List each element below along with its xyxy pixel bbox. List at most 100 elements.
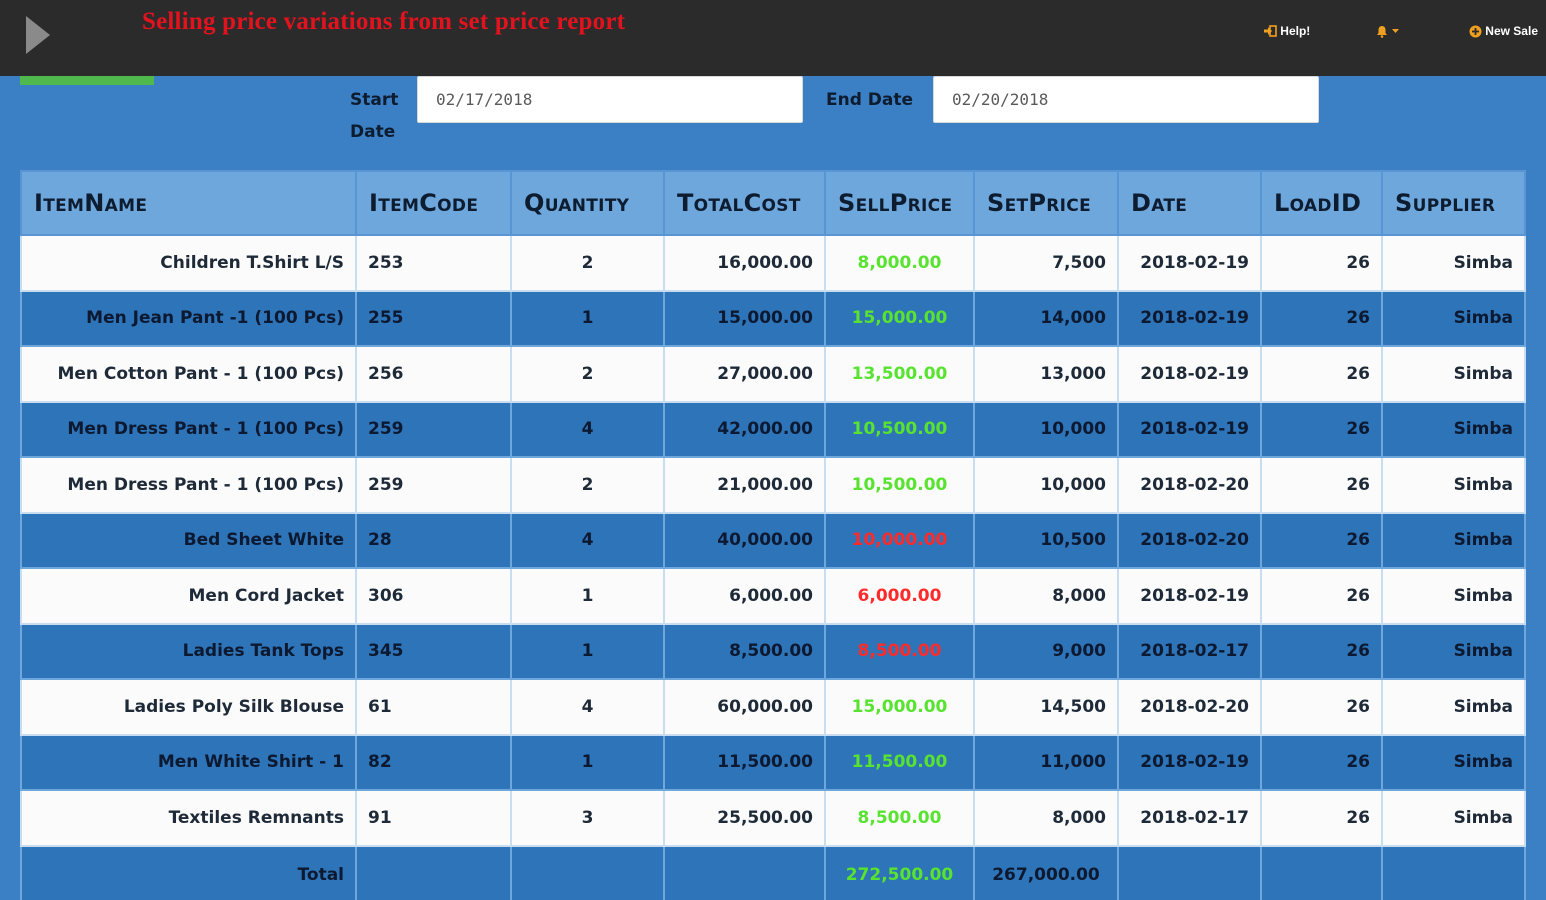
table-total-row: Total 272,500.00 267,000.00 [20,844,1526,900]
cell-supplier: Simba [1381,345,1526,403]
green-accent-bar [20,76,154,85]
total-set-price: 267,000.00 [973,844,1119,900]
table-row[interactable]: Men Cord Jacket 306 1 6,000.00 6,000.00 8,000… [20,567,1526,625]
cell-quantity: 3 [510,789,665,847]
cell-date: 2018-02-19 [1117,733,1262,791]
cell-quantity: 2 [510,345,665,403]
table-row[interactable]: Men Dress Pant - 1 (100 Pcs) 259 4 42,000.0… [20,400,1526,458]
table-row[interactable]: Textiles Remnants 91 3 25,500.00 8,500.00 8,0… [20,789,1526,847]
cell-item-name: Men Cord Jacket [20,567,357,625]
alerts-dropdown[interactable] [1376,25,1403,38]
cell-total-cost: 21,000.00 [663,456,826,514]
table-row[interactable]: Men Cotton Pant - 1 (100 Pcs) 256 2 27,000.… [20,345,1526,403]
help-label: Help! [1280,24,1311,38]
cell-item-code: 256 [355,345,512,403]
cell-item-name: Ladies Tank Tops [20,622,357,680]
cell-date: 2018-02-17 [1117,789,1262,847]
cell-date: 2018-02-19 [1117,567,1262,625]
new-sale-label: New Sale [1485,24,1538,38]
column-header-load-id[interactable]: LoadID [1260,170,1383,236]
total-empty-cell [355,844,512,900]
cell-quantity: 4 [510,400,665,458]
top-navbar: Selling price variations from set price … [0,0,1546,76]
cell-load-id: 26 [1260,789,1383,847]
cell-item-name: Men Dress Pant - 1 (100 Pcs) [20,400,357,458]
cell-item-code: 253 [355,234,512,292]
cell-total-cost: 16,000.00 [663,234,826,292]
cell-supplier: Simba [1381,400,1526,458]
table-row[interactable]: Men Dress Pant - 1 (100 Pcs) 259 2 21,000.0… [20,456,1526,514]
table-row[interactable]: Children T.Shirt L/S 253 2 16,000.00 8,000.0… [20,234,1526,292]
cell-item-name: Men Dress Pant - 1 (100 Pcs) [20,456,357,514]
cell-set-price: 11,000 [973,733,1119,791]
total-empty-cell [1381,844,1526,900]
table-row[interactable]: Ladies Tank Tops 345 1 8,500.00 8,500.00 9,00… [20,622,1526,680]
cell-load-id: 26 [1260,622,1383,680]
cell-item-code: 306 [355,567,512,625]
cell-load-id: 26 [1260,733,1383,791]
new-sale-link[interactable]: New Sale [1469,24,1538,38]
cell-supplier: Simba [1381,456,1526,514]
cell-quantity: 1 [510,567,665,625]
cell-sell-price: 15,000.00 [824,289,975,347]
cell-date: 2018-02-17 [1117,622,1262,680]
cell-set-price: 7,500 [973,234,1119,292]
cell-item-name: Ladies Poly Silk Blouse [20,678,357,736]
total-sell-price: 272,500.00 [824,844,975,900]
total-empty-cell [1260,844,1383,900]
sidebar-toggle-button[interactable] [22,14,52,56]
cell-set-price: 10,000 [973,400,1119,458]
cell-load-id: 26 [1260,567,1383,625]
table-header-row: ItemName ItemCode Quantity TotalCost Sel… [20,170,1526,236]
caret-down-icon [1391,28,1400,34]
cell-date: 2018-02-19 [1117,345,1262,403]
column-header-date[interactable]: Date [1117,170,1262,236]
total-empty-cell [1117,844,1262,900]
cell-supplier: Simba [1381,733,1526,791]
cell-set-price: 8,000 [973,789,1119,847]
cell-date: 2018-02-20 [1117,678,1262,736]
cell-total-cost: 40,000.00 [663,511,826,569]
table-row[interactable]: Men Jean Pant -1 (100 Pcs) 255 1 15,000.00 1… [20,289,1526,347]
cell-total-cost: 15,000.00 [663,289,826,347]
bell-icon [1376,25,1388,38]
cell-sell-price: 10,500.00 [824,456,975,514]
cell-item-name: Men White Shirt - 1 [20,733,357,791]
sign-in-icon [1264,25,1278,37]
cell-total-cost: 11,500.00 [663,733,826,791]
cell-item-code: 345 [355,622,512,680]
table-row[interactable]: Ladies Poly Silk Blouse 61 4 60,000.00 15,00… [20,678,1526,736]
column-header-supplier[interactable]: Supplier [1381,170,1526,236]
end-date-input[interactable] [933,76,1319,123]
cell-quantity: 1 [510,622,665,680]
column-header-quantity[interactable]: Quantity [510,170,665,236]
play-triangle-icon [26,16,50,54]
top-actions: Help! New Sale [1264,22,1538,40]
cell-item-code: 255 [355,289,512,347]
cell-item-code: 28 [355,511,512,569]
cell-quantity: 4 [510,511,665,569]
column-header-total-cost[interactable]: TotalCost [663,170,826,236]
cell-quantity: 4 [510,678,665,736]
help-link[interactable]: Help! [1264,24,1310,38]
total-empty-cell [510,844,665,900]
cell-supplier: Simba [1381,234,1526,292]
table-row[interactable]: Men White Shirt - 1 82 1 11,500.00 11,500.00… [20,733,1526,791]
cell-load-id: 26 [1260,678,1383,736]
cell-total-cost: 42,000.00 [663,400,826,458]
cell-load-id: 26 [1260,234,1383,292]
cell-quantity: 1 [510,289,665,347]
column-header-sell-price[interactable]: SellPrice [824,170,975,236]
start-date-input[interactable] [417,76,803,123]
column-header-item-name[interactable]: ItemName [20,170,357,236]
cell-item-code: 259 [355,456,512,514]
price-variation-table: ItemName ItemCode Quantity TotalCost Sel… [20,170,1526,900]
cell-item-code: 61 [355,678,512,736]
table-row[interactable]: Bed Sheet White 28 4 40,000.00 10,000.00 10,5… [20,511,1526,569]
cell-total-cost: 60,000.00 [663,678,826,736]
cell-sell-price: 10,500.00 [824,400,975,458]
column-header-set-price[interactable]: SetPrice [973,170,1119,236]
total-label: Total [20,844,357,900]
cell-item-name: Bed Sheet White [20,511,357,569]
column-header-item-code[interactable]: ItemCode [355,170,512,236]
